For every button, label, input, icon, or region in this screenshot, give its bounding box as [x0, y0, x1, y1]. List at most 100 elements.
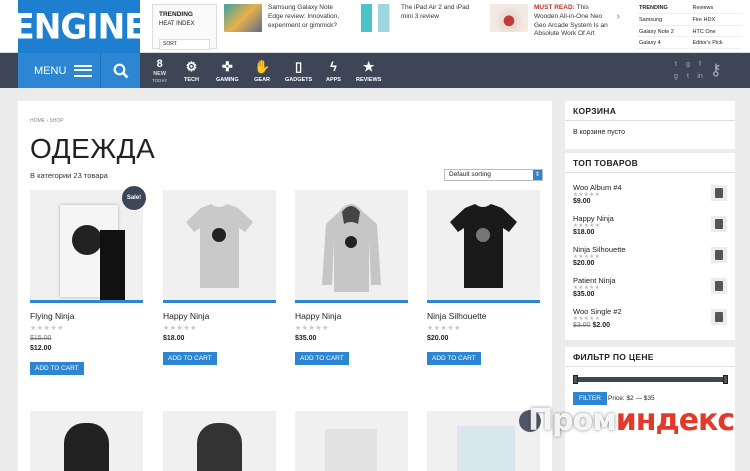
person-shape [100, 230, 125, 300]
breadcrumb[interactable]: HOME › SHOP [30, 118, 64, 124]
ticker-item[interactable]: Samsung [637, 16, 689, 26]
hamburger-icon [74, 64, 93, 77]
product-thumb [711, 185, 727, 201]
story-card[interactable]: MUST READ: This Wooden All-in-One Neo Ge… [490, 4, 620, 49]
hoodie-shape [64, 423, 109, 471]
ticker-item[interactable]: HTC One [690, 28, 742, 38]
google-plus-icon[interactable]: g [682, 59, 694, 71]
hoodie-shape [322, 204, 381, 292]
sort-select[interactable]: Default sorting ⇕ [444, 169, 543, 181]
nav-item-tech[interactable]: ⚙ TECH [184, 59, 199, 83]
trending-sort[interactable]: SORT [159, 38, 210, 51]
result-count: В категории 23 товара [30, 171, 108, 180]
product-price: $18.00 [163, 335, 185, 342]
cart-empty-text: В корзине пусто [573, 129, 626, 136]
twitter-icon[interactable]: t [670, 59, 682, 71]
story-text: Samsung Galaxy Note Edge review: Innovat… [268, 4, 340, 29]
add-to-cart-button[interactable]: ADD TO CART [163, 352, 217, 365]
product-card[interactable]: Sale! Flying Ninja ★★★★★ $15.00 $12.00 A… [30, 186, 146, 375]
add-to-cart-button[interactable]: ADD TO CART [30, 362, 84, 375]
slider-handle-min[interactable] [573, 375, 578, 384]
product-card[interactable] [30, 411, 143, 471]
slider-handle-max[interactable] [723, 375, 728, 384]
tumblr-icon[interactable]: t [682, 71, 694, 83]
key-icon[interactable]: ⚷ [710, 60, 722, 80]
story-card[interactable]: The iPad Air 2 and iPad mini 3 review [357, 4, 475, 49]
add-to-cart-button[interactable]: ADD TO CART [295, 352, 349, 365]
nav-label: TECH [184, 76, 199, 83]
nav-label: REVIEWS [356, 76, 382, 83]
bolt-icon: ϟ [330, 59, 337, 74]
top-product-name: Happy Ninja [573, 214, 614, 223]
menu-button[interactable]: MENU [18, 53, 100, 88]
product-card[interactable] [295, 411, 408, 471]
rating-stars: ★★★★★ [30, 325, 64, 332]
top-header: ENGINE TRENDING HEAT INDEX SORT Samsung … [0, 0, 750, 55]
top-product-item[interactable]: Patient Ninja ★★★★★ $35.00 [565, 274, 735, 305]
ticker-item[interactable]: Fire HDX [690, 16, 742, 26]
product-thumb [711, 216, 727, 232]
top-product-price: $2.00 [592, 322, 611, 329]
product-card[interactable]: Happy Ninja ★★★★★ $35.00 ADD TO CART [295, 190, 408, 365]
product-image[interactable] [163, 190, 276, 303]
search-icon [113, 63, 128, 78]
rating-stars: ★★★★★ [163, 325, 197, 332]
chevron-updown-icon: ⇕ [533, 170, 542, 180]
facebook-icon[interactable]: f [694, 59, 706, 71]
nav-item-gaming[interactable]: ✜ GAMING [216, 59, 239, 83]
product-price: $12.00 [30, 345, 52, 352]
old-price: $3.00 [573, 322, 591, 329]
top-product-item[interactable]: Woo Album #4 ★★★★★ $9.00 [565, 181, 735, 212]
next-arrow-icon[interactable]: › [617, 10, 620, 24]
watermark: Проминдекс [528, 403, 750, 445]
product-name[interactable]: Flying Ninja [30, 311, 143, 321]
top-product-item[interactable]: Woo Single #2 ★★★★★ $3.00 $2.00 [565, 305, 735, 336]
ticker-item[interactable]: Editor's Pick [690, 39, 742, 49]
new-count: 8 [156, 58, 163, 70]
new-today[interactable]: 8 NEW TODAY [152, 58, 167, 83]
google-icon[interactable]: g [670, 71, 682, 83]
cart-title: КОРЗИНА [565, 101, 735, 121]
nav-label: GEAR [254, 76, 271, 83]
nav-item-apps[interactable]: ϟ APPS [326, 59, 341, 83]
phone-icon: ▯ [295, 59, 303, 74]
trending-title: TRENDING [159, 11, 193, 18]
price-slider[interactable] [573, 375, 728, 384]
product-card[interactable] [163, 411, 276, 471]
top-product-item[interactable]: Happy Ninja ★★★★★ $18.00 [565, 212, 735, 243]
linkedin-icon[interactable]: in [694, 71, 706, 83]
site-logo[interactable]: ENGINE [12, 0, 147, 55]
menu-label: MENU [34, 64, 67, 77]
nav-item-gear[interactable]: ✋ GEAR [254, 59, 270, 83]
nav-item-reviews[interactable]: ★ REVIEWS [356, 59, 381, 83]
story-card[interactable]: Samsung Galaxy Note Edge review: Innovat… [224, 4, 342, 49]
price-range-text: Price: $2 — $35 [608, 395, 655, 402]
ticker-item[interactable]: Galaxy Note 2 [637, 28, 689, 38]
product-name[interactable]: Happy Ninja [163, 311, 276, 321]
add-to-cart-button[interactable]: ADD TO CART [427, 352, 481, 365]
star-icon: ★ [362, 59, 375, 74]
ticker-item[interactable]: TRENDING [637, 4, 689, 14]
product-image[interactable] [427, 190, 540, 303]
top-product-item[interactable]: Ninja Silhouette ★★★★★ $20.00 [565, 243, 735, 274]
product-name[interactable]: Happy Ninja [295, 311, 408, 321]
search-button[interactable] [100, 53, 140, 88]
ticker-item[interactable]: Reviews [690, 4, 742, 14]
rating-stars: ★★★★★ [295, 325, 329, 332]
ticker-item[interactable]: Galaxy 4 [637, 39, 689, 49]
product-card[interactable]: Happy Ninja ★★★★★ $18.00 ADD TO CART [163, 190, 276, 365]
product-thumb [711, 309, 727, 325]
story-text: MUST READ: This Wooden All-in-One Neo Ge… [534, 4, 610, 39]
nav-item-gadgets[interactable]: ▯ GADGETS [285, 59, 312, 83]
story-thumb [490, 4, 528, 32]
hand-icon: ✋ [254, 59, 271, 74]
trending-box: TRENDING HEAT INDEX SORT [152, 4, 217, 51]
product-image[interactable] [295, 190, 408, 303]
cart-widget: КОРЗИНА В корзине пусто [565, 101, 735, 149]
gamepad-icon: ✜ [221, 59, 233, 74]
product-name[interactable]: Ninja Silhouette [427, 311, 540, 321]
product-card[interactable]: Ninja Silhouette ★★★★★ $20.00 ADD TO CAR… [427, 190, 540, 365]
sort-value: Default sorting [449, 171, 491, 178]
sale-badge: Sale! [122, 186, 146, 210]
story-thumb [357, 4, 395, 32]
